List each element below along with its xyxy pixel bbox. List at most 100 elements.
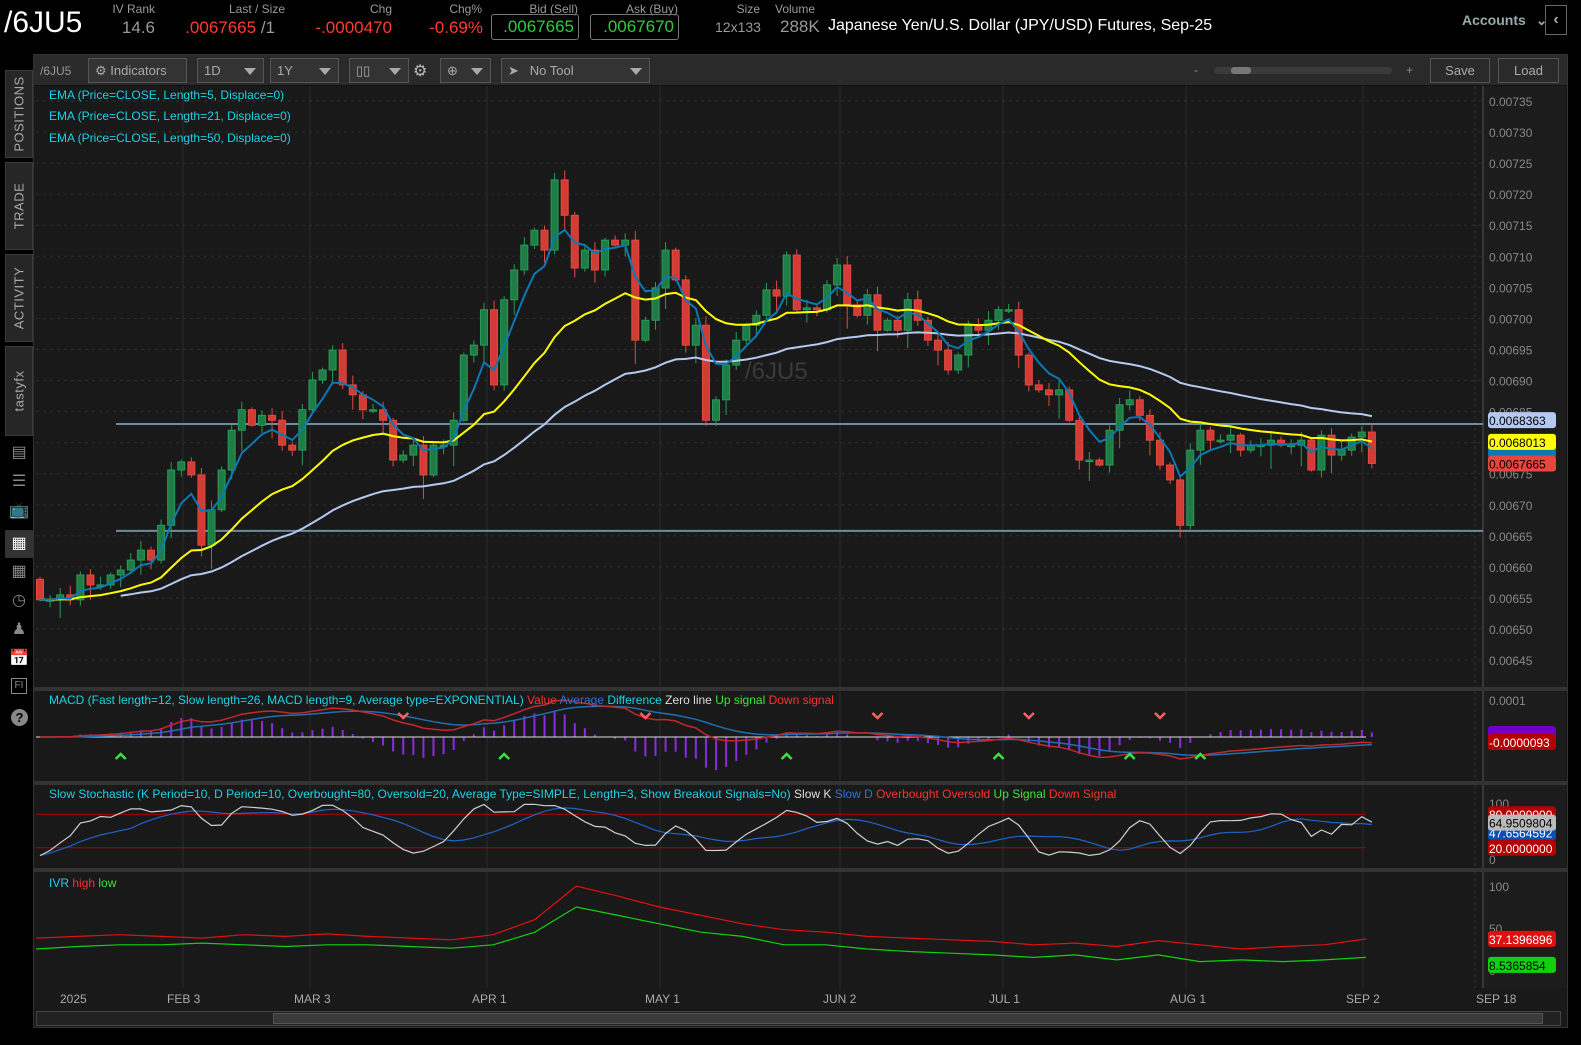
save-button[interactable]: Save: [1430, 58, 1490, 83]
candle: [308, 379, 317, 411]
slow-k-label: 64.9509804: [1489, 817, 1553, 831]
zoom-slider[interactable]: [1214, 67, 1392, 74]
tool-select[interactable]: ➤ No Tool: [501, 58, 650, 83]
price-tick: 0.00720: [1489, 188, 1533, 202]
range-select[interactable]: 1Y: [270, 58, 339, 83]
candle: [782, 254, 791, 297]
community-icon[interactable]: ♟: [9, 620, 29, 640]
down-signal-icon: [1154, 712, 1166, 720]
up-signal-icon: [114, 752, 127, 760]
candle: [510, 269, 519, 301]
price-chart[interactable]: 0.00735 0.00730 0.00725 0.00720 0.00715 0.007…: [36, 86, 1566, 688]
load-button[interactable]: Load: [1498, 58, 1559, 83]
candle: [1155, 439, 1164, 466]
chart-report-icon[interactable]: ▤: [9, 443, 29, 463]
up-signal-icon: [992, 752, 1005, 760]
ivr-legend: IVR high low: [49, 876, 117, 890]
macd-value-label: -0.0000093: [1489, 736, 1550, 750]
zoom-in-button[interactable]: +: [1406, 63, 1413, 77]
chart-type-select[interactable]: ▯▯: [349, 58, 409, 83]
candle: [944, 349, 953, 371]
candle: [954, 354, 963, 371]
candle: [641, 319, 650, 341]
last-price: .0067665: [185, 18, 257, 37]
candle: [237, 409, 246, 431]
candle: [661, 249, 670, 289]
candle: [268, 414, 277, 421]
indicators-button[interactable]: ⚙ Indicators: [88, 58, 187, 83]
candle: [86, 574, 95, 586]
candle: [792, 254, 801, 311]
speedometer-icon: ⚙: [95, 63, 107, 78]
candle: [833, 264, 842, 286]
price-tick: 0.00690: [1489, 375, 1533, 389]
cursor-icon: ➤: [508, 63, 519, 78]
chg-label: Chg: [369, 2, 392, 16]
candle: [1317, 434, 1326, 471]
tab-activity[interactable]: ACTIVITY: [5, 254, 33, 342]
price-tick: 0.00725: [1489, 157, 1533, 171]
ema5-legend: EMA (Price=CLOSE, Length=5, Displace=0): [49, 88, 285, 102]
x-tick: SEP 2: [1346, 992, 1380, 1006]
price-tick: 0.00710: [1489, 250, 1533, 264]
watermark: /6JU5: [745, 358, 808, 385]
chart-grid-icon[interactable]: ▦: [5, 530, 33, 558]
candle: [257, 414, 266, 426]
list-icon[interactable]: ☰: [9, 472, 29, 492]
price-tick: 0.00650: [1489, 623, 1533, 637]
candle: [530, 229, 539, 246]
crosshair-icon: ⊕: [447, 63, 458, 78]
tv-icon[interactable]: 📺: [9, 501, 29, 521]
candle: [742, 324, 751, 341]
candle: [560, 179, 569, 216]
x-tick: JUN 2: [823, 992, 857, 1006]
help-icon[interactable]: ?: [11, 709, 28, 726]
tab-trade[interactable]: TRADE: [5, 162, 33, 250]
scrollbar-thumb[interactable]: [273, 1013, 1543, 1024]
price-tick: 0.00665: [1489, 530, 1533, 544]
fi-icon[interactable]: FI: [11, 678, 27, 694]
ask-button[interactable]: .0067670: [590, 14, 679, 40]
candle: [177, 461, 186, 471]
candle: [318, 369, 327, 381]
candle: [651, 287, 660, 321]
tab-tastyfx[interactable]: tastyfx: [5, 346, 33, 436]
candlestick-icon: ▯▯: [356, 63, 371, 78]
price-tick: 0.00735: [1489, 95, 1533, 109]
tab-positions[interactable]: POSITIONS: [5, 70, 33, 158]
size-label: Size: [736, 2, 760, 16]
ivr-high-label: 37.1396896: [1489, 933, 1553, 947]
candle: [611, 239, 620, 246]
candle: [681, 279, 690, 346]
toolbar-symbol: /6JU5: [40, 64, 72, 78]
candle: [540, 229, 549, 251]
chevron-left-icon: ‹: [1553, 11, 1559, 28]
ivr-panel[interactable]: 10050037.13968968.5365854: [36, 872, 1566, 988]
candle: [328, 349, 337, 371]
x-tick: APR 1: [472, 992, 507, 1006]
zoom-slider-thumb[interactable]: [1231, 67, 1251, 74]
calendar-icon[interactable]: 📅: [9, 649, 29, 669]
history-clock-icon[interactable]: ◷: [9, 591, 29, 611]
accounts-menu[interactable]: Accounts ⌄: [1462, 12, 1547, 29]
collapse-panel-button[interactable]: ‹: [1545, 5, 1567, 35]
grid-layout-icon[interactable]: ▦: [9, 562, 29, 582]
price-tick: 0.00695: [1489, 343, 1533, 357]
drawing-style-select[interactable]: ⊕: [440, 58, 491, 83]
price-tick: 0.00655: [1489, 592, 1533, 606]
candle: [136, 549, 145, 561]
gear-icon[interactable]: ⚙: [413, 61, 427, 81]
candle: [1135, 399, 1144, 416]
zoom-out-button[interactable]: -: [1194, 63, 1198, 77]
last-size: /1: [256, 18, 275, 37]
iv-rank-label: IV Rank: [112, 2, 155, 16]
x-tick: JUL 1: [989, 992, 1020, 1006]
interval-select[interactable]: 1D: [197, 58, 264, 83]
iv-rank-value: 14.6: [121, 18, 155, 37]
macd-tick: 0.0001: [1489, 694, 1526, 708]
candle: [1357, 431, 1366, 438]
bid-button[interactable]: .0067665: [491, 14, 579, 40]
candle: [409, 444, 418, 456]
horizontal-scrollbar[interactable]: [36, 1011, 1561, 1026]
candle: [36, 578, 44, 601]
